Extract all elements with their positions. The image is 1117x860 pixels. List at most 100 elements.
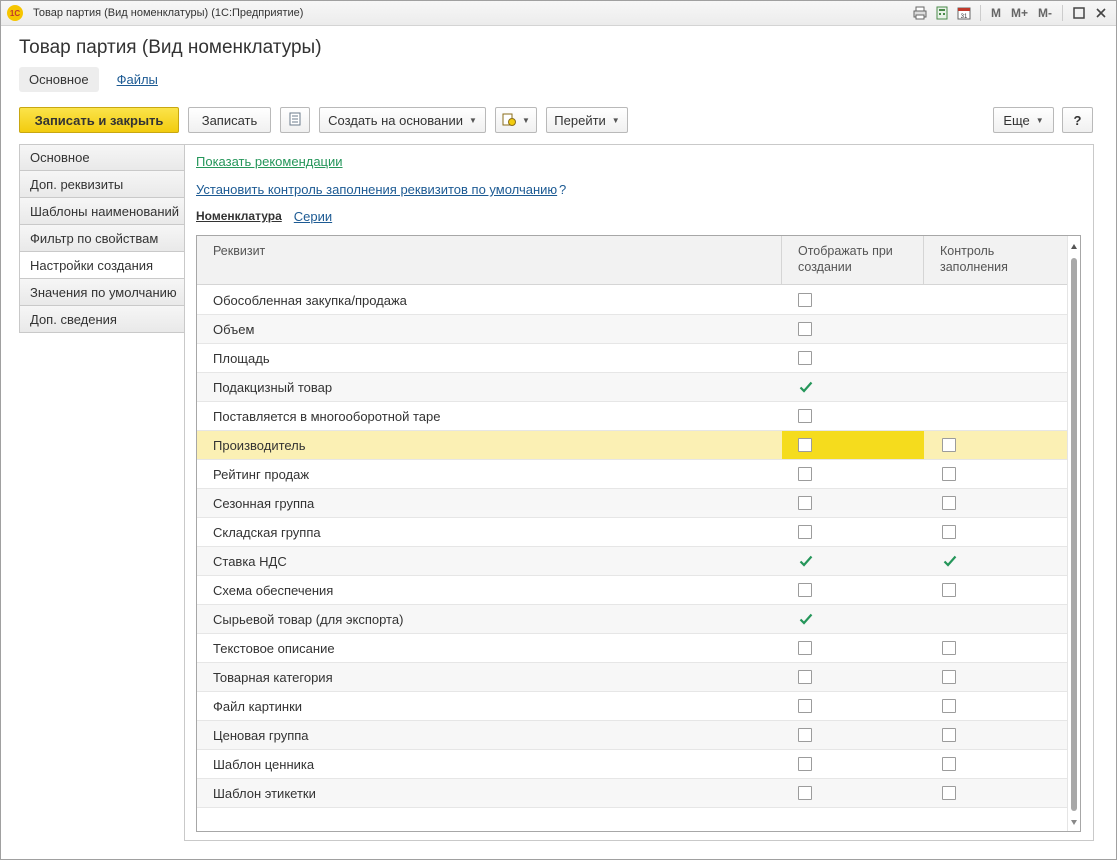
scroll-up-icon[interactable] — [1071, 244, 1077, 249]
show-on-create-cell[interactable] — [782, 779, 924, 807]
fill-control-cell[interactable] — [924, 547, 1069, 575]
close-icon[interactable] — [1092, 4, 1110, 22]
memory-m-button[interactable]: M — [988, 4, 1004, 22]
fill-control-cell[interactable] — [924, 663, 1069, 691]
table-row[interactable]: Рейтинг продаж — [197, 460, 1069, 489]
list-document-button[interactable] — [280, 107, 310, 133]
create-based-on-button[interactable]: Создать на основании ▼ — [319, 107, 486, 133]
show-on-create-checkbox[interactable] — [798, 641, 812, 655]
fill-control-checkbox[interactable] — [942, 757, 956, 771]
show-on-create-checkbox[interactable] — [798, 525, 812, 539]
show-on-create-cell[interactable] — [782, 663, 924, 691]
scroll-thumb[interactable] — [1071, 258, 1077, 811]
fill-control-cell[interactable] — [924, 518, 1069, 546]
show-recommendations-link[interactable]: Показать рекомендации — [196, 154, 343, 169]
show-on-create-cell[interactable] — [782, 489, 924, 517]
table-row[interactable]: Товарная категория — [197, 663, 1069, 692]
show-on-create-cell[interactable] — [782, 518, 924, 546]
show-on-create-cell[interactable] — [782, 402, 924, 430]
show-on-create-cell[interactable] — [782, 547, 924, 575]
lefttab-additional-props[interactable]: Доп. реквизиты — [19, 171, 185, 198]
lefttab-main[interactable]: Основное — [19, 144, 185, 171]
fill-control-checkbox[interactable] — [942, 467, 956, 481]
show-on-create-cell[interactable] — [782, 750, 924, 778]
maximize-icon[interactable] — [1070, 4, 1088, 22]
fill-control-checkbox[interactable] — [942, 699, 956, 713]
fill-control-cell[interactable] — [924, 402, 1069, 430]
fill-control-cell[interactable] — [924, 750, 1069, 778]
calendar-icon[interactable]: 31 — [955, 4, 973, 22]
memory-plus-button[interactable]: M+ — [1008, 4, 1031, 22]
fill-control-cell[interactable] — [924, 634, 1069, 662]
fill-control-cell[interactable] — [924, 489, 1069, 517]
table-row[interactable]: Производитель — [197, 431, 1069, 460]
table-row[interactable]: Ставка НДС — [197, 547, 1069, 576]
fill-control-checkbox[interactable] — [942, 583, 956, 597]
show-on-create-checkbox[interactable] — [798, 699, 812, 713]
show-on-create-checkbox[interactable] — [798, 293, 812, 307]
table-row[interactable]: Текстовое описание — [197, 634, 1069, 663]
show-on-create-cell[interactable] — [782, 431, 924, 459]
show-on-create-checkbox[interactable] — [798, 670, 812, 684]
fill-control-checkbox[interactable] — [942, 438, 956, 452]
table-row[interactable]: Шаблон этикетки — [197, 779, 1069, 808]
lefttab-property-filter[interactable]: Фильтр по свойствам — [19, 225, 185, 252]
fill-control-checkbox[interactable] — [942, 641, 956, 655]
table-row[interactable]: Объем — [197, 315, 1069, 344]
help-question-link[interactable]: ? — [559, 182, 566, 197]
show-on-create-cell[interactable] — [782, 344, 924, 372]
show-on-create-checkmark-icon[interactable] — [798, 553, 814, 569]
fill-control-cell[interactable] — [924, 576, 1069, 604]
lefttab-creation-settings[interactable]: Настройки создания — [19, 252, 185, 279]
show-on-create-checkmark-icon[interactable] — [798, 379, 814, 395]
fill-control-cell[interactable] — [924, 315, 1069, 343]
fill-control-cell[interactable] — [924, 460, 1069, 488]
printer-icon[interactable] — [911, 4, 929, 22]
show-on-create-checkbox[interactable] — [798, 438, 812, 452]
go-to-button[interactable]: Перейти ▼ — [546, 107, 628, 133]
nav-main[interactable]: Основное — [19, 67, 99, 92]
lefttab-name-templates[interactable]: Шаблоны наименований — [19, 198, 185, 225]
show-on-create-checkbox[interactable] — [798, 351, 812, 365]
calculator-icon[interactable] — [933, 4, 951, 22]
subtab-series[interactable]: Серии — [294, 209, 332, 224]
lefttab-additional-info[interactable]: Доп. сведения — [19, 306, 185, 333]
show-on-create-cell[interactable] — [782, 576, 924, 604]
show-on-create-checkbox[interactable] — [798, 757, 812, 771]
report-menu-button[interactable]: ▼ — [495, 107, 537, 133]
show-on-create-checkbox[interactable] — [798, 322, 812, 336]
table-row[interactable]: Схема обеспечения — [197, 576, 1069, 605]
save-and-close-button[interactable]: Записать и закрыть — [19, 107, 179, 133]
fill-control-cell[interactable] — [924, 692, 1069, 720]
table-row[interactable]: Подакцизный товар — [197, 373, 1069, 402]
show-on-create-cell[interactable] — [782, 605, 924, 633]
show-on-create-checkbox[interactable] — [798, 728, 812, 742]
show-on-create-checkbox[interactable] — [798, 583, 812, 597]
show-on-create-checkmark-icon[interactable] — [798, 611, 814, 627]
show-on-create-cell[interactable] — [782, 315, 924, 343]
fill-control-cell[interactable] — [924, 779, 1069, 807]
show-on-create-cell[interactable] — [782, 286, 924, 314]
fill-control-checkbox[interactable] — [942, 525, 956, 539]
table-row[interactable]: Обособленная закупка/продажа — [197, 286, 1069, 315]
show-on-create-checkbox[interactable] — [798, 786, 812, 800]
lefttab-default-values[interactable]: Значения по умолчанию — [19, 279, 185, 306]
table-row[interactable]: Сезонная группа — [197, 489, 1069, 518]
set-fill-control-link[interactable]: Установить контроль заполнения реквизито… — [196, 182, 557, 197]
show-on-create-cell[interactable] — [782, 460, 924, 488]
fill-control-checkbox[interactable] — [942, 670, 956, 684]
scroll-down-icon[interactable] — [1071, 820, 1077, 825]
vertical-scrollbar[interactable] — [1067, 236, 1080, 831]
subtab-nomenclature[interactable]: Номенклатура — [196, 209, 282, 224]
show-on-create-checkbox[interactable] — [798, 409, 812, 423]
fill-control-checkmark-icon[interactable] — [942, 553, 958, 569]
fill-control-cell[interactable] — [924, 721, 1069, 749]
memory-minus-button[interactable]: M- — [1035, 4, 1055, 22]
show-on-create-cell[interactable] — [782, 373, 924, 401]
table-row[interactable]: Шаблон ценника — [197, 750, 1069, 779]
table-row[interactable]: Складская группа — [197, 518, 1069, 547]
fill-control-cell[interactable] — [924, 431, 1069, 459]
show-on-create-cell[interactable] — [782, 721, 924, 749]
show-on-create-checkbox[interactable] — [798, 496, 812, 510]
fill-control-cell[interactable] — [924, 344, 1069, 372]
